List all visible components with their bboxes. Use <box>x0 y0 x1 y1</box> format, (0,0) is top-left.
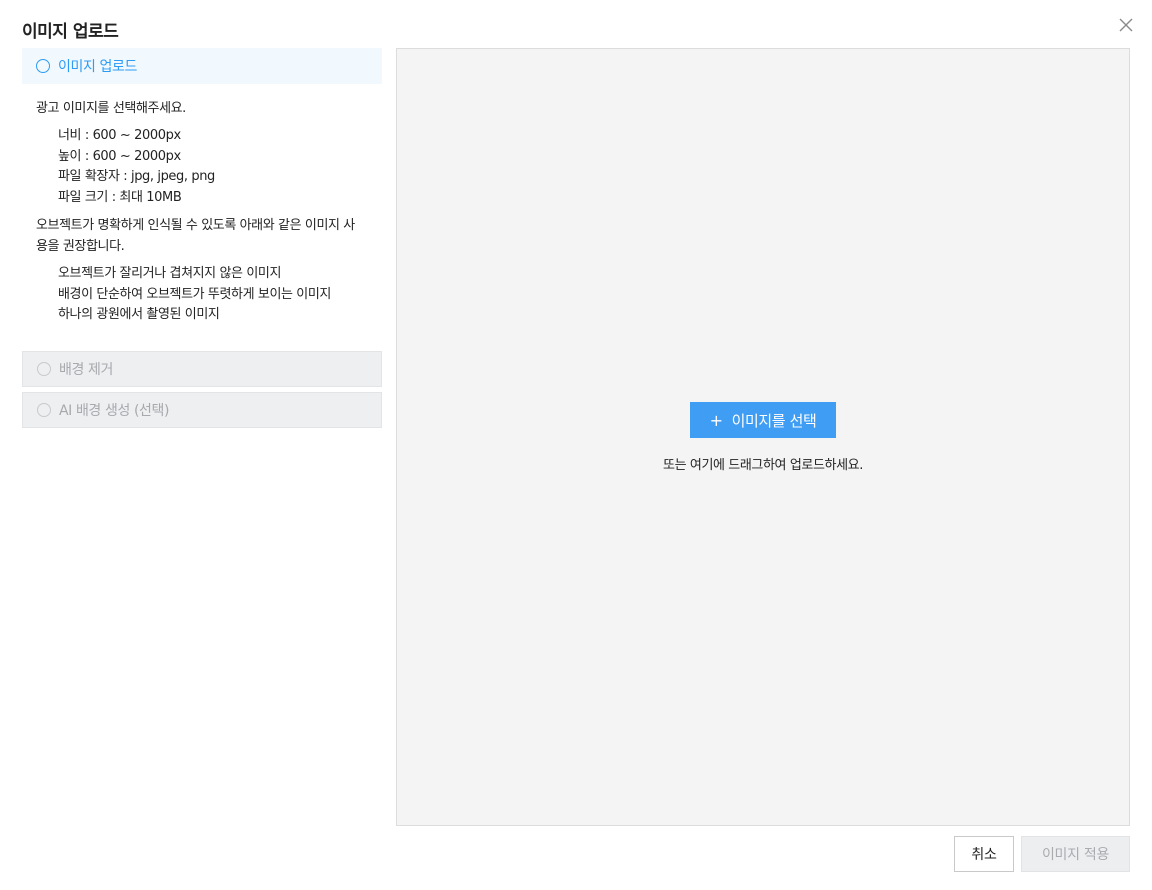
spec-extension: 파일 확장자 : jpg, jpeg, png <box>58 169 215 184</box>
recommend-item: 하나의 광원에서 촬영된 이미지 <box>58 307 220 322</box>
cancel-button[interactable]: 취소 <box>954 836 1014 872</box>
recommend-item: 오브젝트가 잘리거나 겹쳐지지 않은 이미지 <box>58 266 282 281</box>
image-dropzone[interactable]: + 이미지를 선택 또는 여기에 드래그하여 업로드하세요. <box>396 48 1130 826</box>
close-button[interactable] <box>1117 16 1135 34</box>
spec-list: 너비 : 600 ~ 2000px 높이 : 600 ~ 2000px 파일 확… <box>36 126 368 208</box>
spec-size: 파일 크기 : 최대 10MB <box>58 189 182 205</box>
select-image-label: 이미지를 선택 <box>731 411 817 430</box>
step-label: 배경 제거 <box>59 361 113 378</box>
apply-image-button[interactable]: 이미지 적용 <box>1021 836 1130 872</box>
radio-circle-icon <box>37 361 51 376</box>
drop-hint: 또는 여기에 드래그하여 업로드하세요. <box>663 458 863 473</box>
upload-intro: 광고 이미지를 선택해주세요. <box>36 101 186 116</box>
plus-icon: + <box>709 410 723 430</box>
steps-panel: 이미지 업로드 광고 이미지를 선택해주세요. 너비 : 600 ~ 2000p… <box>22 48 382 428</box>
image-upload-modal: 이미지 업로드 이미지 업로드 광고 이미지를 선택해주세요. 너비 : 600… <box>0 0 1152 890</box>
step-background-removal: 배경 제거 <box>22 350 382 387</box>
step-label: 이미지 업로드 <box>58 59 137 75</box>
radio-circle-icon <box>36 59 50 73</box>
step-ai-background: AI 배경 생성 (선택) <box>22 391 382 428</box>
recommend-text: 오브젝트가 명확하게 인식될 수 있도록 아래와 같은 이미지 사용을 권장합니… <box>36 218 355 254</box>
close-icon <box>1119 18 1133 32</box>
spec-height: 높이 : 600 ~ 2000px <box>58 148 181 164</box>
recommend-list: 오브젝트가 잘리거나 겹쳐지지 않은 이미지 배경이 단순하여 오브젝트가 뚜렷… <box>36 264 368 326</box>
step-image-upload[interactable]: 이미지 업로드 <box>22 48 382 84</box>
step-image-upload-content: 광고 이미지를 선택해주세요. 너비 : 600 ~ 2000px 높이 : 6… <box>22 84 382 351</box>
select-image-button[interactable]: + 이미지를 선택 <box>690 402 836 438</box>
modal-title: 이미지 업로드 <box>22 22 119 42</box>
spec-width: 너비 : 600 ~ 2000px <box>58 128 181 143</box>
step-label: AI 배경 생성 (선택) <box>59 402 170 419</box>
recommend-item: 배경이 단순하여 오브젝트가 뚜렷하게 보이는 이미지 <box>58 286 331 302</box>
radio-circle-icon <box>37 402 51 417</box>
